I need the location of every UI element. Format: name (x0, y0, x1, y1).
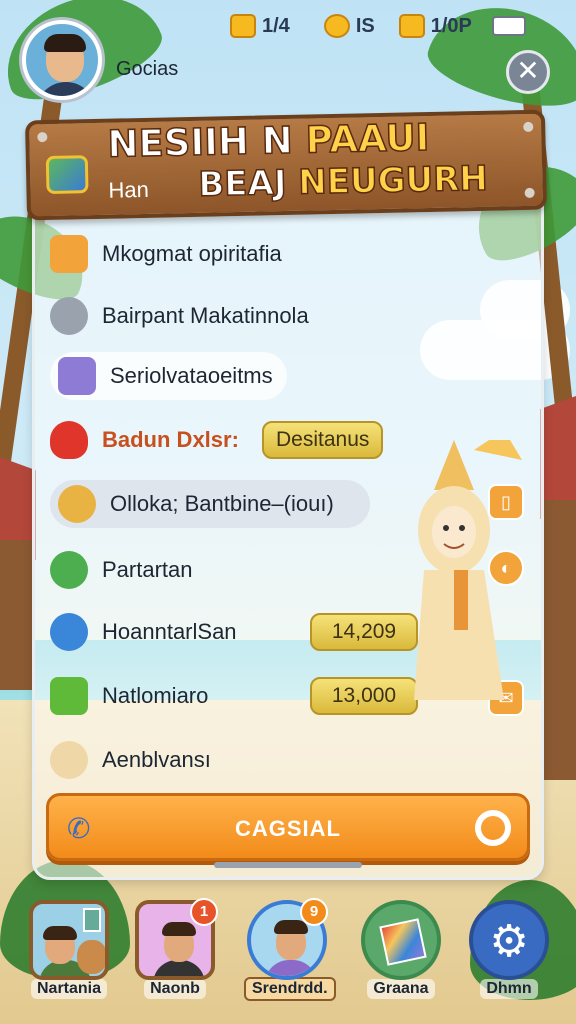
tag-pill[interactable]: Desitanus (262, 421, 384, 459)
nav-label: Dhmn (480, 979, 538, 999)
cookie-icon (58, 485, 96, 523)
avatar-hair (44, 34, 86, 52)
energy-value: 1/0P (430, 14, 472, 37)
notification-badge: 9 (300, 898, 328, 926)
nav-label: Graana (367, 979, 435, 999)
nav-item-4[interactable]: ⚙ Dhmn (466, 900, 552, 999)
username: Gocias (116, 58, 179, 80)
close-icon: ✕ (516, 55, 540, 86)
avatar-icon (50, 741, 88, 779)
menu-item-4[interactable]: Olloka; Bantbine–(iouı) (50, 480, 370, 528)
nav-thumbnail: ⚙ (469, 900, 549, 980)
energy-stat: 1/0P (398, 14, 472, 38)
nav-item-3[interactable]: Graana (358, 900, 444, 999)
gem-icon (323, 14, 350, 38)
hut-wall (0, 540, 32, 690)
coin-icon (230, 14, 256, 38)
nail-icon (37, 131, 48, 143)
close-button[interactable]: ✕ (506, 50, 550, 94)
ring-icon (475, 810, 511, 846)
nav-label: Srendrdd. (244, 977, 336, 1001)
gear-icon: ⚙ (489, 916, 529, 967)
banner-title-gold: PAAUI (304, 115, 430, 162)
nail-icon (524, 187, 535, 199)
heart-icon (50, 421, 88, 459)
avatar[interactable] (22, 20, 102, 100)
menu-item-7[interactable]: Natlomiaro (50, 672, 208, 720)
cta-label: CAGSIAL (235, 816, 341, 841)
menu-item-1[interactable]: Bairpant Makatinnola (50, 292, 309, 340)
notification-badge: 1 (190, 898, 218, 926)
gear-icon (50, 297, 88, 335)
battery-icon (491, 16, 526, 36)
banner-line2: BEAJ NEUGURH (197, 158, 489, 206)
coins-stat: 1/4 (230, 14, 290, 38)
banner-subtitle: Han (108, 176, 150, 203)
nav-thumbnail (29, 900, 109, 980)
menu-item-label: Mkogmat opiritafia (102, 241, 282, 266)
menu-item-label: Bairpant Makatinnola (102, 303, 309, 328)
menu-item-label: Natlomiaro (102, 683, 209, 708)
banner-title: NESIIH N PAAUI (106, 115, 430, 166)
nav-item-0[interactable]: Nartania (26, 900, 112, 999)
nav-thumbnail (361, 900, 441, 980)
menu-item-6[interactable]: HoanntarlSan (50, 608, 237, 656)
energy-icon (398, 14, 425, 38)
banner-emblem-icon (45, 155, 89, 195)
primary-cta-button[interactable]: ✆ CAGSIAL (46, 793, 530, 861)
menu-item-label: Seriolvataoeitms (110, 363, 273, 388)
leaf-icon (50, 551, 88, 589)
menu-item-8[interactable]: Aenblvansı (50, 736, 211, 784)
figure-shirt (153, 960, 205, 976)
coins-value: 1/4 (262, 14, 290, 37)
status-bar: 1/4 IS 1/0P (230, 8, 556, 44)
menu-item-label: Badun Dxlsr: (102, 427, 239, 452)
check-icon (50, 613, 88, 651)
menu-item-label: Olloka; Bantbine–(iouı) (110, 491, 334, 516)
menu-item-3[interactable]: Badun Dxlsr: (50, 416, 239, 464)
hut-wall (544, 500, 576, 780)
banner-title-white: NESIIH N (106, 118, 294, 166)
gems-stat: IS (323, 14, 375, 38)
home-indicator (214, 862, 362, 868)
value-pill: 14,209 (310, 613, 418, 651)
figure-face (77, 940, 105, 974)
nav-label: Naonb (144, 979, 206, 999)
box-check-icon (50, 677, 88, 715)
figure-hair (274, 920, 308, 934)
menu-item-label: Partartan (102, 557, 193, 582)
menu-item-label: Aenblvansı (102, 747, 211, 772)
map-icon (379, 918, 427, 966)
screen-icon (58, 357, 96, 395)
banner-line2-gold: NEUGURH (297, 158, 489, 203)
door-icon (83, 908, 101, 932)
figure-hair (43, 926, 77, 940)
figure-hair (162, 922, 196, 936)
nav-item-1[interactable]: 1 Naonb (132, 898, 218, 999)
nail-icon (523, 121, 534, 133)
menu-item-0[interactable]: Mkogmat opiritafia (50, 230, 282, 278)
menu-item-5[interactable]: Partartan (50, 546, 193, 594)
value-pill: 13,000 (310, 677, 418, 715)
banner-line2-white: BEAJ (197, 162, 287, 205)
nav-label: Nartania (30, 979, 108, 999)
gems-value: IS (355, 14, 375, 37)
menu-item-label: HoanntarlSan (102, 619, 237, 644)
title-banner: NESIIH N PAAUI Han BEAJ NEUGURH (25, 109, 547, 221)
menu-item-2[interactable]: Seriolvataoeitms (50, 352, 287, 400)
nav-item-2[interactable]: 9 Srendrdd. (244, 898, 336, 1001)
package-icon (50, 235, 88, 273)
mascot-character (414, 440, 522, 700)
